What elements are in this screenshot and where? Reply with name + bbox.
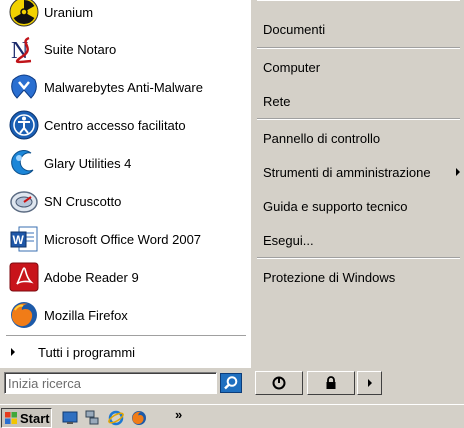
glary-icon bbox=[8, 147, 40, 179]
menu-item-strumenti-amministrazione[interactable]: Strumenti di amministrazione bbox=[263, 165, 431, 180]
program-label: Malwarebytes Anti-Malware bbox=[44, 79, 203, 95]
chevron-right-icon bbox=[367, 379, 372, 387]
acrobat-icon bbox=[8, 261, 40, 293]
firefox-icon[interactable] bbox=[130, 410, 148, 426]
radiation-icon bbox=[8, 0, 40, 28]
program-label: SN Cruscotto bbox=[44, 193, 122, 209]
show-desktop-icon[interactable] bbox=[61, 410, 79, 426]
program-item-word-2007[interactable]: W Microsoft Office Word 2007 bbox=[0, 220, 249, 258]
menu-item-guida[interactable]: Guida e supporto tecnico bbox=[263, 199, 408, 214]
menu-item-rete[interactable]: Rete bbox=[263, 94, 290, 109]
program-item-adobe-reader[interactable]: Adobe Reader 9 bbox=[0, 258, 249, 296]
separator bbox=[257, 47, 460, 49]
program-label: Adobe Reader 9 bbox=[44, 269, 139, 285]
taskbar: Start » bbox=[0, 404, 464, 428]
lock-icon bbox=[326, 376, 336, 389]
program-item-uranium[interactable]: Uranium bbox=[0, 0, 249, 31]
menu-item-computer[interactable]: Computer bbox=[263, 60, 320, 75]
cruscotto-icon bbox=[8, 185, 40, 217]
power-options-button[interactable] bbox=[357, 371, 382, 395]
program-label: Mozilla Firefox bbox=[44, 307, 128, 323]
start-menu: Uranium N Suite Notaro Malwarebytes Anti… bbox=[0, 0, 464, 400]
program-item-glary-utilities[interactable]: Glary Utilities 4 bbox=[0, 144, 249, 182]
program-label: Uranium bbox=[44, 4, 94, 20]
search-field[interactable] bbox=[4, 372, 217, 394]
internet-explorer-icon[interactable] bbox=[107, 410, 125, 426]
menu-item-esegui[interactable]: Esegui... bbox=[263, 233, 314, 248]
search-button[interactable] bbox=[220, 373, 242, 393]
malwarebytes-icon bbox=[8, 71, 40, 103]
windows-logo-icon bbox=[5, 412, 17, 424]
chevron-right-icon bbox=[11, 348, 15, 356]
separator bbox=[257, 0, 460, 1]
all-programs-label: Tutti i programmi bbox=[38, 344, 136, 360]
programs-separator bbox=[6, 335, 246, 336]
accessibility-icon bbox=[8, 109, 40, 141]
separator bbox=[257, 118, 460, 120]
search-icon bbox=[224, 376, 238, 390]
start-button[interactable]: Start bbox=[1, 408, 52, 428]
search-input[interactable] bbox=[5, 373, 216, 393]
menu-item-pannello-di-controllo[interactable]: Pannello di controllo bbox=[263, 131, 380, 146]
places-panel: Documenti Computer Rete Pannello di cont… bbox=[249, 0, 464, 368]
all-programs-button[interactable]: Tutti i programmi bbox=[0, 340, 249, 364]
program-item-malwarebytes[interactable]: Malwarebytes Anti-Malware bbox=[0, 68, 249, 106]
svg-text:W: W bbox=[13, 233, 25, 247]
chevron-right-icon bbox=[456, 168, 460, 176]
program-label: Glary Utilities 4 bbox=[44, 155, 132, 171]
notaro-logo-icon: N bbox=[8, 33, 40, 65]
menu-item-documenti[interactable]: Documenti bbox=[263, 22, 325, 37]
program-item-firefox[interactable]: Mozilla Firefox bbox=[0, 296, 249, 334]
taskbar-overflow-chevron[interactable]: » bbox=[175, 407, 182, 422]
menu-item-protezione-windows[interactable]: Protezione di Windows bbox=[263, 270, 395, 285]
program-item-centro-accesso[interactable]: Centro accesso facilitato bbox=[0, 106, 249, 144]
lock-button[interactable] bbox=[307, 371, 355, 395]
program-item-sn-cruscotto[interactable]: SN Cruscotto bbox=[0, 182, 249, 220]
program-label: Centro accesso facilitato bbox=[44, 117, 186, 133]
program-item-suite-notaro[interactable]: N Suite Notaro bbox=[0, 30, 249, 68]
network-icon[interactable] bbox=[83, 410, 101, 426]
program-label: Suite Notaro bbox=[44, 41, 117, 57]
firefox-icon bbox=[8, 299, 40, 331]
word-icon: W bbox=[8, 223, 40, 255]
power-icon bbox=[272, 376, 286, 390]
shutdown-button[interactable] bbox=[255, 371, 303, 395]
program-label: Microsoft Office Word 2007 bbox=[44, 231, 202, 247]
start-label: Start bbox=[20, 410, 50, 426]
separator bbox=[257, 257, 460, 259]
programs-panel: Uranium N Suite Notaro Malwarebytes Anti… bbox=[0, 0, 249, 368]
